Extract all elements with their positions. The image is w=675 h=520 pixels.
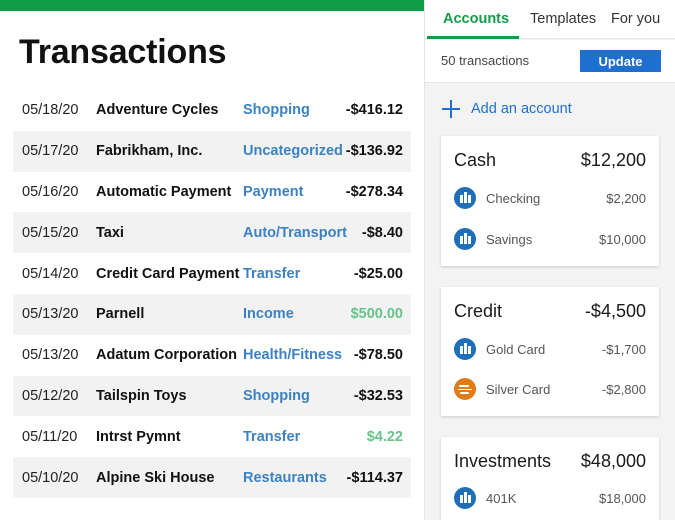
account-name: 401K xyxy=(486,490,517,506)
transaction-category-link[interactable]: Uncategorized xyxy=(243,143,343,159)
transaction-row[interactable]: 05/17/20 Fabrikham, Inc. Uncategorized -… xyxy=(13,130,411,172)
account-balance: $2,200 xyxy=(606,190,646,206)
transaction-row[interactable]: 05/16/20 Automatic Payment Payment -$278… xyxy=(13,172,411,213)
transaction-count: 50 transactions xyxy=(441,53,530,68)
transaction-category-link[interactable]: Transfer xyxy=(243,266,300,282)
transaction-payee: Taxi xyxy=(96,224,124,241)
transaction-row[interactable]: 05/13/20 Adatum Corporation Health/Fitne… xyxy=(13,335,411,376)
account-name: Savings xyxy=(486,231,533,247)
card-title: Credit xyxy=(454,301,503,321)
transaction-list: 05/18/20 Adventure Cycles Shopping -$416… xyxy=(13,90,411,498)
card-total: -$4,500 xyxy=(584,301,646,321)
transaction-date: 05/13/20 xyxy=(22,306,79,323)
account-balance: -$1,700 xyxy=(601,341,646,357)
account-group-card[interactable]: Cash $12,200 Checking $2,200 Savings $10… xyxy=(441,136,659,266)
transaction-row[interactable]: 05/12/20 Tailspin Toys Shopping -$32.53 xyxy=(13,375,411,417)
transaction-payee: Adventure Cycles xyxy=(96,102,219,119)
page-title: Transactions xyxy=(19,33,227,71)
transaction-date: 05/15/20 xyxy=(22,224,79,241)
transaction-payee: Adatum Corporation xyxy=(96,347,237,364)
transaction-date: 05/13/20 xyxy=(22,347,79,364)
transaction-payee: Intrst Pymnt xyxy=(96,428,181,445)
bank-icon xyxy=(454,338,476,360)
account-name: Gold Card xyxy=(486,341,546,357)
transaction-date: 05/18/20 xyxy=(22,102,79,119)
account-row[interactable]: Gold Card -$1,700 xyxy=(454,337,646,361)
transactions-pane: Transactions 05/18/20 Adventure Cycles S… xyxy=(0,0,424,520)
transaction-amount: -$136.92 xyxy=(345,143,403,160)
card-header: Credit -$4,500 xyxy=(454,301,646,322)
transaction-payee: Alpine Ski House xyxy=(96,469,215,486)
transaction-date: 05/17/20 xyxy=(22,143,79,160)
transaction-date: 05/16/20 xyxy=(22,183,79,200)
transaction-amount: $500.00 xyxy=(350,306,403,323)
transaction-date: 05/10/20 xyxy=(22,469,79,486)
transaction-category-link[interactable]: Auto/Transport xyxy=(243,225,347,241)
transaction-row[interactable]: 05/13/20 Parnell Income $500.00 xyxy=(13,293,411,335)
transaction-payee: Fabrikham, Inc. xyxy=(96,143,203,160)
transaction-category-link[interactable]: Shopping xyxy=(243,102,310,118)
transaction-amount: -$278.34 xyxy=(345,183,403,200)
transaction-amount: -$78.50 xyxy=(353,347,403,364)
transaction-category-link[interactable]: Health/Fitness xyxy=(243,347,342,363)
transaction-row[interactable]: 05/15/20 Taxi Auto/Transport -$8.40 xyxy=(13,212,411,254)
account-row[interactable]: Silver Card -$2,800 xyxy=(454,377,646,401)
transaction-row[interactable]: 05/10/20 Alpine Ski House Restaurants -$… xyxy=(13,457,411,498)
account-balance: $18,000 xyxy=(599,490,646,506)
wind-icon xyxy=(454,378,476,400)
account-row[interactable]: Checking $2,200 xyxy=(454,186,646,210)
transaction-amount: -$416.12 xyxy=(345,102,403,119)
card-title: Investments xyxy=(454,451,552,471)
transaction-category-link[interactable]: Restaurants xyxy=(243,470,327,486)
active-tab-indicator xyxy=(427,36,519,39)
transaction-payee: Tailspin Toys xyxy=(96,387,187,404)
account-row[interactable]: 401K $18,000 xyxy=(454,486,646,510)
summary-bar: 50 transactions Update xyxy=(425,40,675,83)
add-account-link[interactable]: Add an account xyxy=(441,97,572,121)
tab-accounts[interactable]: Accounts xyxy=(443,11,509,27)
transaction-amount: -$114.37 xyxy=(346,469,403,486)
transaction-category-link[interactable]: Shopping xyxy=(243,388,310,404)
transaction-amount: $4.22 xyxy=(366,428,403,445)
bank-icon xyxy=(454,487,476,509)
transaction-date: 05/11/20 xyxy=(22,428,78,445)
card-title: Cash xyxy=(454,150,497,170)
account-name: Silver Card xyxy=(486,381,551,397)
header-accent-bar xyxy=(0,0,424,11)
transaction-category-link[interactable]: Income xyxy=(243,306,294,322)
account-group-card[interactable]: Credit -$4,500 Gold Card -$1,700 Silver … xyxy=(441,287,659,416)
account-name: Checking xyxy=(486,190,541,206)
card-total: $48,000 xyxy=(580,451,646,471)
transaction-payee: Credit Card Payment xyxy=(96,265,240,282)
transaction-category-link[interactable]: Transfer xyxy=(243,429,300,445)
card-header: Cash $12,200 xyxy=(454,150,646,171)
transaction-payee: Parnell xyxy=(96,306,145,323)
tab-bar: Accounts Templates For you xyxy=(425,0,675,39)
account-balance: $10,000 xyxy=(599,231,646,247)
transaction-row[interactable]: 05/14/20 Credit Card Payment Transfer -$… xyxy=(13,253,411,294)
add-account-label: Add an account xyxy=(471,101,572,117)
account-group-card[interactable]: Investments $48,000 401K $18,000 xyxy=(441,437,659,520)
card-header: Investments $48,000 xyxy=(454,451,646,472)
plus-icon xyxy=(441,99,461,119)
bank-icon xyxy=(454,187,476,209)
transaction-payee: Automatic Payment xyxy=(96,183,232,200)
account-row[interactable]: Savings $10,000 xyxy=(454,227,646,251)
transaction-amount: -$32.53 xyxy=(353,387,403,404)
transaction-row[interactable]: 05/11/20 Intrst Pymnt Transfer $4.22 xyxy=(13,416,411,457)
update-button[interactable]: Update xyxy=(580,50,661,72)
card-total: $12,200 xyxy=(580,150,646,170)
transaction-date: 05/12/20 xyxy=(22,387,79,404)
tab-for-you[interactable]: For you xyxy=(611,11,660,27)
account-balance: -$2,800 xyxy=(601,381,646,397)
transaction-row[interactable]: 05/18/20 Adventure Cycles Shopping -$416… xyxy=(13,90,411,131)
transaction-date: 05/14/20 xyxy=(22,265,79,282)
transaction-amount: -$8.40 xyxy=(361,224,403,241)
transaction-category-link[interactable]: Payment xyxy=(243,184,303,200)
bank-icon xyxy=(454,228,476,250)
accounts-pane: Accounts Templates For you 50 transactio… xyxy=(424,0,675,520)
transaction-amount: -$25.00 xyxy=(353,265,403,282)
tab-templates[interactable]: Templates xyxy=(530,11,596,27)
